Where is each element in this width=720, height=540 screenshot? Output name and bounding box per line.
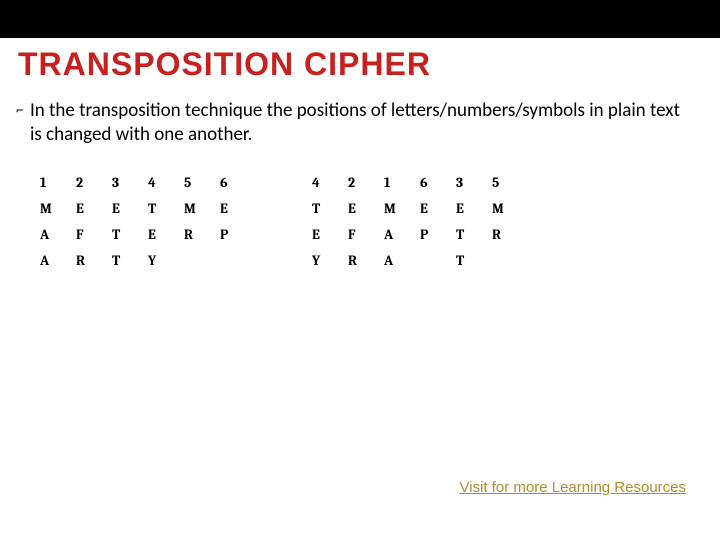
tables-container: 1 2 3 4 5 6 M E E T M E A F T E R P bbox=[32, 169, 688, 273]
content-area: ⌐ In the transposition technique the pos… bbox=[0, 89, 720, 273]
table-row: T E M E E M bbox=[308, 195, 524, 221]
table-row: E F A P T R bbox=[308, 221, 524, 247]
table-cell: A bbox=[36, 221, 72, 247]
table-cell: R bbox=[180, 221, 216, 247]
table-cell: 1 bbox=[380, 169, 416, 195]
cipher-table-right: 4 2 1 6 3 5 T E M E E M E F A P T R bbox=[308, 169, 524, 273]
table-row: 1 2 3 4 5 6 bbox=[36, 169, 252, 195]
table-cell: R bbox=[488, 221, 524, 247]
table-cell: T bbox=[452, 247, 488, 273]
table-cell: 2 bbox=[344, 169, 380, 195]
table-cell bbox=[216, 247, 252, 273]
table-cell: E bbox=[144, 221, 180, 247]
table-cell: 5 bbox=[488, 169, 524, 195]
table-cell: P bbox=[416, 221, 452, 247]
bullet-text: In the transposition technique the posit… bbox=[30, 99, 688, 147]
table-cell: Y bbox=[144, 247, 180, 273]
table-cell: A bbox=[36, 247, 72, 273]
table-cell: 3 bbox=[452, 169, 488, 195]
table-cell: 4 bbox=[308, 169, 344, 195]
table-cell: M bbox=[36, 195, 72, 221]
table-cell bbox=[416, 247, 452, 273]
table-cell: T bbox=[452, 221, 488, 247]
table-cell: 6 bbox=[416, 169, 452, 195]
table-cell: 3 bbox=[108, 169, 144, 195]
table-cell: 6 bbox=[216, 169, 252, 195]
table-cell: 1 bbox=[36, 169, 72, 195]
cipher-table-left: 1 2 3 4 5 6 M E E T M E A F T E R P bbox=[36, 169, 252, 273]
table-cell: T bbox=[108, 247, 144, 273]
table-cell: E bbox=[452, 195, 488, 221]
table-cell: 4 bbox=[144, 169, 180, 195]
table-cell: E bbox=[216, 195, 252, 221]
table-cell: F bbox=[72, 221, 108, 247]
table-cell: M bbox=[180, 195, 216, 221]
table-cell: M bbox=[380, 195, 416, 221]
table-cell bbox=[488, 247, 524, 273]
table-cell: 2 bbox=[72, 169, 108, 195]
table-cell: E bbox=[72, 195, 108, 221]
table-cell: A bbox=[380, 247, 416, 273]
table-row: M E E T M E bbox=[36, 195, 252, 221]
table-cell: T bbox=[308, 195, 344, 221]
table-cell bbox=[180, 247, 216, 273]
table-cell: T bbox=[144, 195, 180, 221]
table-cell: E bbox=[308, 221, 344, 247]
title-area: TRANSPOSITION CIPHER bbox=[0, 38, 720, 89]
table-cell: R bbox=[344, 247, 380, 273]
table-row: A R T Y bbox=[36, 247, 252, 273]
bullet-icon: ⌐ bbox=[16, 99, 24, 123]
table-row: A F T E R P bbox=[36, 221, 252, 247]
table-cell: R bbox=[72, 247, 108, 273]
table-cell: A bbox=[380, 221, 416, 247]
table-cell: 5 bbox=[180, 169, 216, 195]
table-cell: T bbox=[108, 221, 144, 247]
table-row: Y R A T bbox=[308, 247, 524, 273]
footer-link[interactable]: Visit for more Learning Resources bbox=[460, 479, 687, 496]
table-row: 4 2 1 6 3 5 bbox=[308, 169, 524, 195]
top-black-bar bbox=[0, 0, 720, 38]
table-cell: E bbox=[416, 195, 452, 221]
table-cell: M bbox=[488, 195, 524, 221]
table-cell: P bbox=[216, 221, 252, 247]
table-cell: E bbox=[344, 195, 380, 221]
page-title: TRANSPOSITION CIPHER bbox=[18, 46, 702, 83]
table-cell: E bbox=[108, 195, 144, 221]
table-cell: Y bbox=[308, 247, 344, 273]
table-cell: F bbox=[344, 221, 380, 247]
bullet-item: ⌐ In the transposition technique the pos… bbox=[32, 99, 688, 147]
